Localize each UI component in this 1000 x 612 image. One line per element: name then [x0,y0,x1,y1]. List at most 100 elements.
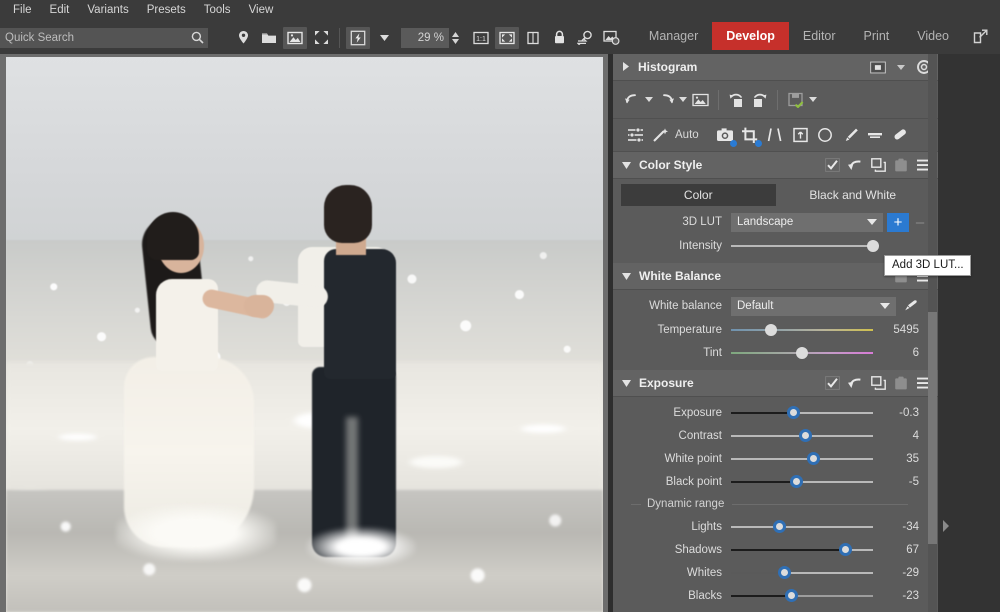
blacks-value[interactable]: -23 [879,590,925,602]
menu-tools[interactable]: Tools [195,1,240,20]
contrast-value[interactable]: 4 [879,430,925,442]
chevron-down-icon[interactable] [622,267,631,285]
slider-knob[interactable] [764,323,777,336]
contrast-slider[interactable] [731,428,873,444]
quick-search-box[interactable] [0,27,208,48]
chevron-down-icon[interactable] [880,300,890,312]
lock-icon[interactable] [547,27,571,49]
shadows-slider[interactable] [731,542,873,558]
tab-develop[interactable]: Develop [712,22,789,50]
chevron-right-icon[interactable] [622,58,630,76]
redo-icon[interactable] [655,89,677,111]
tab-video[interactable]: Video [903,22,963,50]
add-lut-button[interactable]: + [887,212,909,232]
histogram-panel-header[interactable]: Histogram [613,54,938,81]
zoom-stepper-up[interactable] [451,31,460,38]
lights-slider[interactable] [731,519,873,535]
menu-view[interactable]: View [240,1,283,20]
menu-edit[interactable]: Edit [41,1,79,20]
paste-icon[interactable] [893,157,909,173]
lights-value[interactable]: -34 [879,521,925,533]
undo-icon[interactable] [621,89,643,111]
tab-print[interactable]: Print [850,22,904,50]
chevron-down-icon[interactable] [622,156,631,174]
chevron-down-icon[interactable] [622,374,631,392]
slider-knob[interactable] [784,589,798,602]
reset-image-icon[interactable] [689,89,711,111]
menu-presets[interactable]: Presets [138,1,195,20]
slider-knob[interactable] [867,239,879,252]
tint-value[interactable]: 6 [879,347,925,359]
eyedropper-icon[interactable] [900,297,922,316]
chevron-down-icon[interactable] [893,59,909,75]
search-icon[interactable] [186,31,208,44]
lut-select[interactable]: Landscape [731,212,883,232]
image-preview-icon[interactable] [283,26,307,49]
panel-collapse-arrow-icon[interactable] [939,516,953,536]
exposure-panel-header[interactable]: Exposure [613,370,938,397]
magic-wand-icon[interactable] [648,123,673,148]
tab-editor[interactable]: Editor [789,22,850,50]
black-point-value[interactable]: -5 [879,476,925,488]
slider-knob[interactable] [798,429,812,442]
paste-icon[interactable] [893,375,909,391]
white-balance-picker-icon[interactable] [713,123,738,148]
slider-knob[interactable] [807,452,821,465]
adjustments-icon[interactable] [623,123,648,148]
zoom-stepper-down[interactable] [451,38,460,45]
pan-zoom-icon[interactable] [573,27,597,49]
white-point-value[interactable]: 35 [879,453,925,465]
open-external-icon[interactable] [963,22,1000,51]
shadows-value[interactable]: 67 [879,544,925,556]
save-preset-icon[interactable] [785,89,807,111]
white-point-slider[interactable] [731,451,873,467]
slider-knob[interactable] [787,406,801,419]
black-point-slider[interactable] [731,474,873,490]
rotate-right-icon[interactable] [748,89,770,111]
undo-dropdown-icon[interactable] [643,89,655,111]
gradient-mask-icon[interactable] [863,123,888,148]
blacks-slider[interactable] [731,588,873,604]
fit-to-screen-icon[interactable] [495,26,519,49]
zoom-stepper[interactable] [451,31,460,45]
keystone-icon[interactable] [763,123,788,148]
clipping-preview-icon[interactable] [870,59,886,75]
zoom-level-field[interactable]: 29 % [401,27,449,48]
lightning-icon[interactable] [346,26,370,49]
enable-checkbox-icon[interactable] [824,157,840,173]
whites-slider[interactable] [731,565,873,581]
slider-knob[interactable] [838,543,852,556]
reset-arrow-icon[interactable] [847,375,863,391]
compare-split-icon[interactable] [521,27,545,49]
spot-removal-icon[interactable] [888,123,913,148]
temperature-value[interactable]: 5495 [879,324,925,336]
fit-expand-icon[interactable] [309,27,333,49]
segment-black-and-white[interactable]: Black and White [776,184,931,206]
reset-arrow-icon[interactable] [847,157,863,173]
location-pin-icon[interactable] [231,27,255,49]
rotate-frame-icon[interactable] [788,123,813,148]
crop-icon[interactable] [738,123,763,148]
image-settings-icon[interactable] [599,27,623,49]
radial-mask-icon[interactable] [813,123,838,148]
open-folder-icon[interactable] [257,27,281,49]
image-viewer[interactable] [0,54,608,612]
photo-canvas[interactable] [6,57,603,612]
exposure-value[interactable]: -0.3 [879,407,925,419]
enable-checkbox-icon[interactable] [824,375,840,391]
slider-knob[interactable] [790,475,804,488]
temperature-slider[interactable] [731,322,873,338]
menu-variants[interactable]: Variants [78,1,137,20]
save-dropdown-icon[interactable] [807,89,819,111]
tab-manager[interactable]: Manager [635,22,712,50]
panel-vertical-scrollbar[interactable] [928,54,937,612]
menu-file[interactable]: File [4,1,41,20]
whites-value[interactable]: -29 [879,567,925,579]
chevron-down-icon[interactable] [867,216,877,228]
redo-dropdown-icon[interactable] [677,89,689,111]
brush-icon[interactable] [838,123,863,148]
rotate-left-icon[interactable] [726,89,748,111]
color-style-panel-header[interactable]: Color Style [613,152,938,179]
copy-icon[interactable] [870,157,886,173]
segment-color[interactable]: Color [621,184,776,206]
